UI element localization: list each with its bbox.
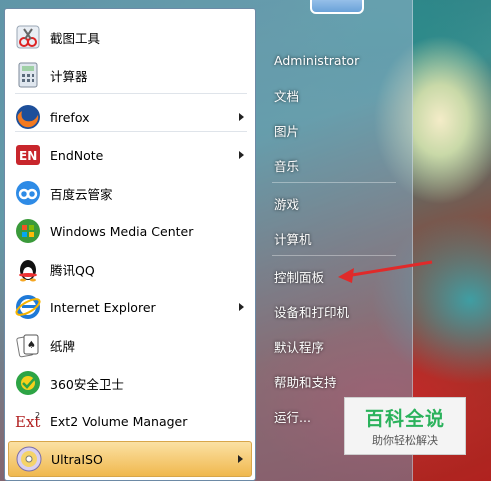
watermark-logo: 百科全说 助你轻松解决 xyxy=(344,397,466,455)
watermark-subtitle: 助你轻松解决 xyxy=(372,434,438,447)
watermark-title: 百科全说 xyxy=(364,408,445,430)
